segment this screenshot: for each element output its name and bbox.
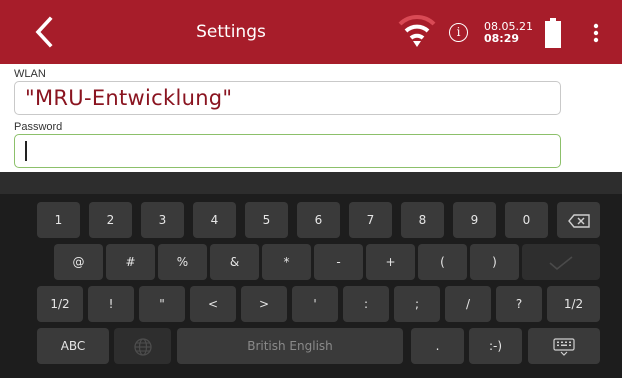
time-text: 08:29 bbox=[484, 32, 520, 45]
on-screen-keyboard: 1 2 3 4 5 6 7 8 9 0 @ # % & * - + ( ) 1/… bbox=[0, 194, 622, 378]
backspace-key[interactable] bbox=[557, 202, 600, 238]
done-key[interactable] bbox=[522, 244, 600, 280]
key-period[interactable]: . bbox=[411, 328, 464, 364]
backspace-icon bbox=[567, 213, 590, 228]
key-8[interactable]: 8 bbox=[401, 202, 444, 238]
checkmark-icon bbox=[549, 255, 573, 270]
keyboard-top-strip bbox=[0, 172, 622, 194]
key-hash[interactable]: # bbox=[106, 244, 155, 280]
key-question[interactable]: ? bbox=[496, 286, 542, 322]
key-apostrophe[interactable]: ' bbox=[292, 286, 338, 322]
key-3[interactable]: 3 bbox=[141, 202, 184, 238]
app-bar: Settings i 08.05.21 08:29 bbox=[0, 0, 622, 64]
key-slash[interactable]: / bbox=[445, 286, 491, 322]
date-time: 08.05.21 08:29 bbox=[484, 21, 533, 45]
wlan-label: WLAN bbox=[14, 68, 46, 80]
key-asterisk[interactable]: * bbox=[262, 244, 311, 280]
key-page-toggle-right[interactable]: 1/2 bbox=[547, 286, 600, 322]
key-4[interactable]: 4 bbox=[193, 202, 236, 238]
keyboard-hide-icon bbox=[553, 337, 575, 356]
key-plus[interactable]: + bbox=[366, 244, 415, 280]
page-title: Settings bbox=[196, 22, 266, 42]
key-paren-open[interactable]: ( bbox=[418, 244, 467, 280]
key-semicolon[interactable]: ; bbox=[394, 286, 440, 322]
hide-keyboard-key[interactable] bbox=[528, 328, 600, 364]
password-label: Password bbox=[14, 121, 63, 133]
key-smiley[interactable]: :-) bbox=[469, 328, 522, 364]
wlan-field[interactable]: "MRU-Entwicklung" bbox=[14, 81, 561, 115]
key-1[interactable]: 1 bbox=[37, 202, 80, 238]
key-9[interactable]: 9 bbox=[453, 202, 496, 238]
key-7[interactable]: 7 bbox=[349, 202, 392, 238]
language-key[interactable] bbox=[114, 328, 171, 364]
key-2[interactable]: 2 bbox=[89, 202, 132, 238]
more-vert-icon[interactable] bbox=[586, 18, 606, 48]
key-percent[interactable]: % bbox=[158, 244, 207, 280]
key-greater-than[interactable]: > bbox=[241, 286, 287, 322]
password-field[interactable] bbox=[14, 134, 561, 168]
info-icon[interactable]: i bbox=[449, 23, 468, 42]
key-at[interactable]: @ bbox=[54, 244, 103, 280]
key-page-toggle-left[interactable]: 1/2 bbox=[37, 286, 83, 322]
key-colon[interactable]: : bbox=[343, 286, 389, 322]
key-minus[interactable]: - bbox=[314, 244, 363, 280]
space-key[interactable]: British English bbox=[177, 328, 403, 364]
key-0[interactable]: 0 bbox=[505, 202, 548, 238]
battery-icon bbox=[545, 18, 561, 48]
key-abc[interactable]: ABC bbox=[37, 328, 109, 364]
key-less-than[interactable]: < bbox=[190, 286, 236, 322]
globe-icon bbox=[133, 337, 152, 356]
text-caret bbox=[25, 141, 27, 161]
key-paren-close[interactable]: ) bbox=[470, 244, 519, 280]
key-6[interactable]: 6 bbox=[297, 202, 340, 238]
key-double-quote[interactable]: " bbox=[139, 286, 185, 322]
wlan-value: "MRU-Entwicklung" bbox=[25, 86, 233, 110]
key-ampersand[interactable]: & bbox=[210, 244, 259, 280]
key-5[interactable]: 5 bbox=[245, 202, 288, 238]
wifi-signal-icon[interactable] bbox=[398, 12, 436, 52]
key-exclamation[interactable]: ! bbox=[88, 286, 134, 322]
